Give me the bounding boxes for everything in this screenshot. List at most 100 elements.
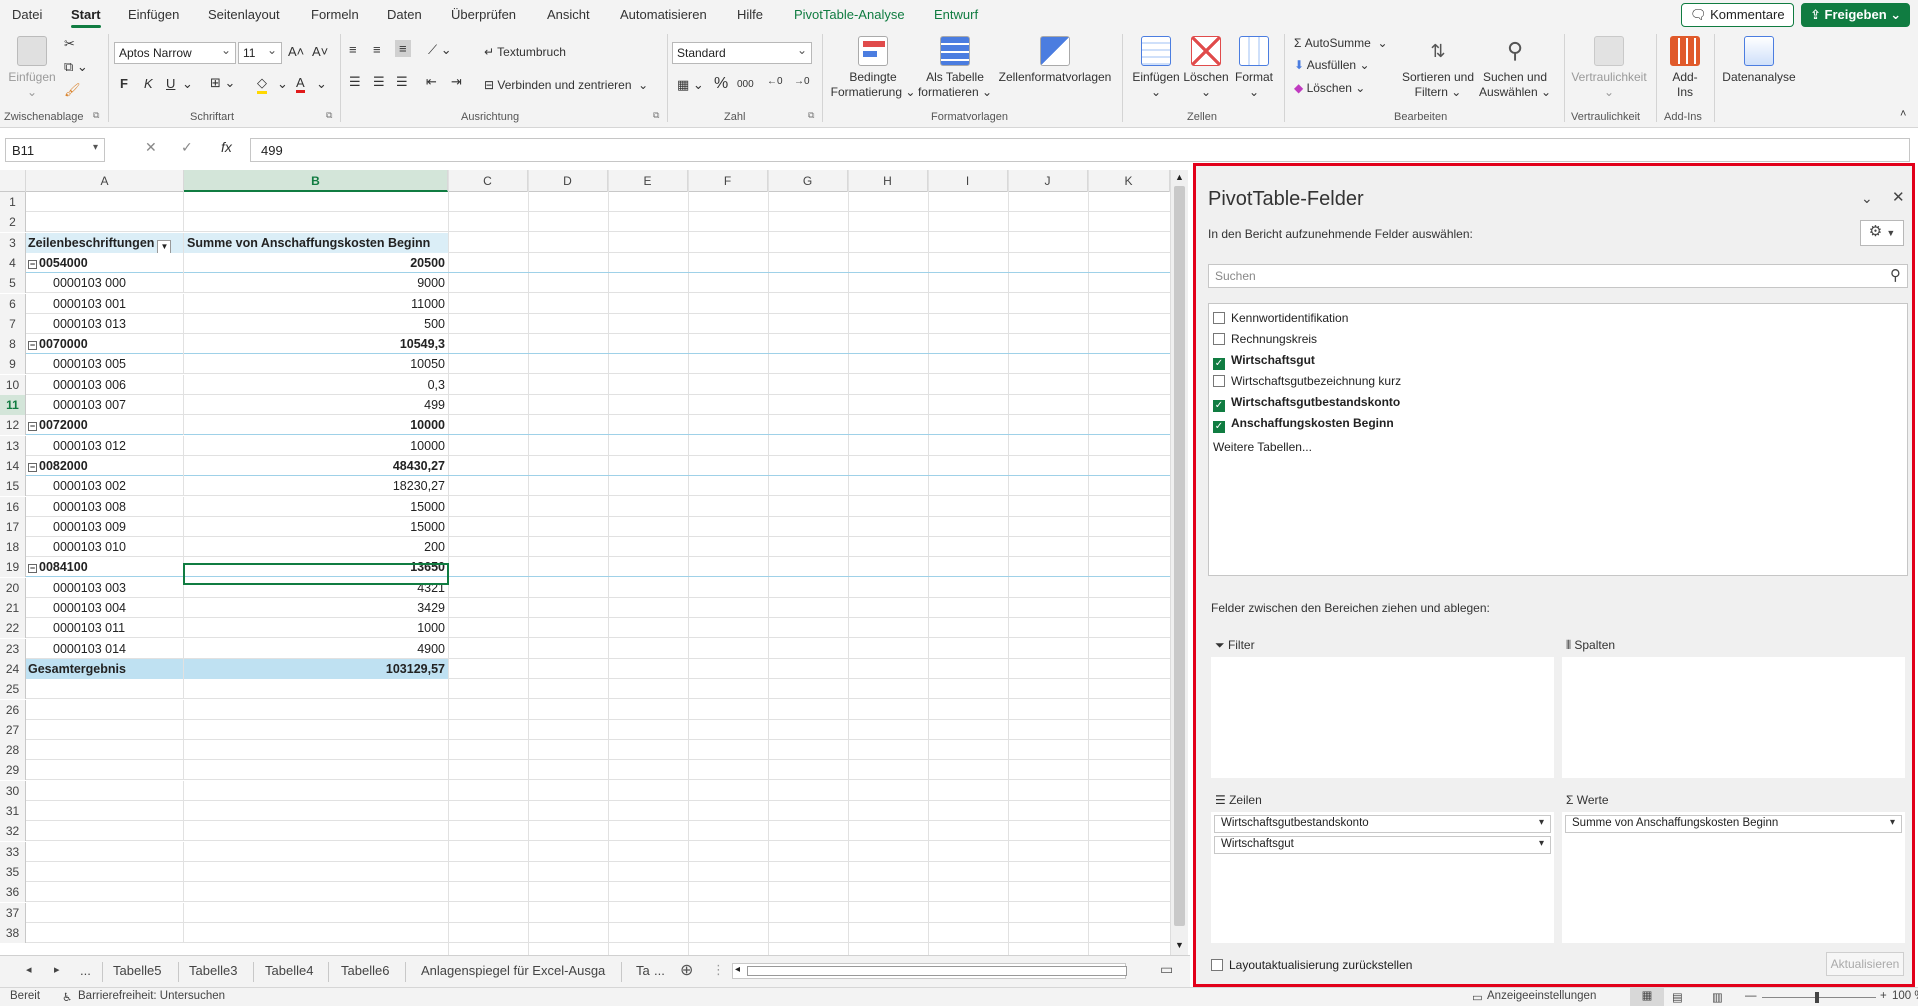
delete-cells-button[interactable]: Löschen ⌄	[1182, 36, 1230, 100]
cell-a[interactable]	[26, 882, 184, 903]
tab-hilfe[interactable]: Hilfe	[737, 7, 763, 22]
cell-a[interactable]	[26, 679, 184, 700]
decrease-decimal-icon[interactable]: →0	[794, 76, 810, 87]
fill-button[interactable]: ⬇ Ausfüllen ⌄	[1294, 58, 1370, 72]
rows-drop-zone[interactable]: Wirtschaftsgutbestandskonto Wirtschaftsg…	[1211, 812, 1554, 943]
row-header[interactable]: 15	[0, 476, 26, 497]
row-header[interactable]: 21	[0, 598, 26, 618]
field-item-wirtschaftsgut[interactable]: ✓ Wirtschaftsgut	[1213, 353, 1315, 370]
cell-b[interactable]	[184, 842, 448, 862]
values-drop-zone[interactable]: Summe von Anschaffungskosten Beginn	[1562, 812, 1905, 943]
cell-a[interactable]: 0000103 012	[26, 435, 184, 456]
cell-b[interactable]: 499	[184, 395, 448, 415]
row-header[interactable]: 18	[0, 537, 26, 558]
tab-automatisieren[interactable]: Automatisieren	[620, 7, 707, 22]
sheet-more-left[interactable]: ...	[80, 963, 91, 978]
row-header[interactable]: 7	[0, 313, 26, 334]
row-header[interactable]: 30	[0, 780, 26, 801]
cell-b[interactable]	[184, 882, 448, 902]
tab-einfuegen[interactable]: Einfügen	[128, 7, 179, 22]
vertical-scroll-thumb[interactable]	[1174, 186, 1185, 926]
cell-a[interactable]: Gesamtergebnis	[26, 658, 184, 679]
cell-b[interactable]	[184, 862, 448, 882]
row-header[interactable]: 38	[0, 922, 26, 943]
insert-function-icon[interactable]: fx	[221, 139, 232, 155]
cell-a[interactable]: −0082000	[26, 455, 184, 476]
underline-dropdown-icon[interactable]: ⌄	[182, 76, 193, 92]
underline-button[interactable]: U	[166, 76, 175, 91]
cell-a[interactable]	[26, 719, 184, 740]
collapse-toggle-icon[interactable]: −	[28, 422, 37, 432]
collapse-toggle-icon[interactable]: −	[28, 341, 37, 351]
cell-b[interactable]: 1000	[184, 618, 448, 638]
cell-b[interactable]: 9000	[184, 273, 448, 293]
cell-b[interactable]: 11000	[184, 294, 448, 314]
column-header-f[interactable]: F	[688, 170, 768, 192]
row-header[interactable]: 23	[0, 638, 26, 659]
sheet-scroll-right-icon[interactable]: ▸	[54, 963, 60, 976]
tab-formeln[interactable]: Formeln	[311, 7, 359, 22]
filter-area[interactable]: ⏷ Filter	[1211, 638, 1554, 778]
cell-a[interactable]: 0000103 005	[26, 354, 184, 375]
cell-b[interactable]	[184, 679, 448, 699]
align-left-icon[interactable]: ☰	[349, 74, 361, 90]
field-checkbox-checked[interactable]: ✓	[1213, 421, 1225, 433]
field-checkbox[interactable]	[1213, 312, 1225, 324]
sort-filter-button[interactable]: ⇅ Sortieren und Filtern ⌄	[1400, 36, 1476, 100]
scroll-down-icon[interactable]: ▼	[1175, 940, 1184, 950]
cell-b[interactable]: 20500	[184, 253, 448, 273]
cell-a[interactable]: 0000103 013	[26, 313, 184, 334]
field-item-wirtschaftsgutbestandskonto[interactable]: ✓ Wirtschaftsgutbestandskonto	[1213, 395, 1400, 412]
cancel-icon[interactable]: ✕	[145, 139, 157, 156]
collapse-toggle-icon[interactable]: −	[28, 462, 37, 472]
font-name-box[interactable]: Aptos Narrow	[114, 42, 236, 64]
row-header[interactable]: 32	[0, 821, 26, 842]
vertical-scrollbar[interactable]: ▲ ▼	[1170, 170, 1188, 955]
row-header[interactable]: 20	[0, 577, 26, 598]
clear-button[interactable]: ◆ Löschen ⌄	[1294, 81, 1365, 95]
cell-b[interactable]: 10549,3	[184, 334, 448, 354]
cell-a[interactable]: 0000103 002	[26, 476, 184, 497]
values-area[interactable]: Σ Werte Summe von Anschaffungskosten Beg…	[1562, 793, 1905, 943]
alignment-launcher-icon[interactable]: ⧉	[653, 110, 659, 121]
cell-b[interactable]	[184, 700, 448, 720]
cell-a[interactable]: 0000103 004	[26, 598, 184, 618]
sensitivity-button[interactable]: Vertraulichkeit ⌄	[1570, 36, 1648, 100]
cell-b[interactable]	[184, 212, 448, 232]
horizontal-scrollbar[interactable]: ◂	[732, 963, 1127, 979]
row-header[interactable]: 8	[0, 334, 26, 355]
zoom-slider[interactable]	[1762, 997, 1876, 998]
page-break-view-icon[interactable]: ▥	[1712, 990, 1723, 1004]
orientation-icon[interactable]: ⟋ ⌄	[428, 42, 452, 58]
fill-color-dropdown-icon[interactable]: ⌄	[277, 76, 288, 92]
row-header[interactable]: 13	[0, 435, 26, 456]
cell-a[interactable]: 0000103 007	[26, 395, 184, 415]
insert-cells-button[interactable]: Einfügen ⌄	[1131, 36, 1181, 100]
rows-area[interactable]: ☰ Zeilen Wirtschaftsgutbestandskonto Wir…	[1211, 793, 1554, 943]
tab-splitter-icon[interactable]: ⋮	[712, 962, 725, 978]
horizontal-scroll-thumb[interactable]	[747, 966, 1127, 976]
cell-b[interactable]: 15000	[184, 497, 448, 517]
column-header-d[interactable]: D	[528, 170, 608, 192]
cell-a[interactable]	[26, 192, 184, 212]
row-header[interactable]: 17	[0, 516, 26, 537]
cell-b[interactable]: 103129,57	[184, 658, 448, 679]
row-header[interactable]: 28	[0, 740, 26, 761]
merge-center-button[interactable]: ⊟ Verbinden und zentrieren ⌄	[484, 78, 648, 92]
cell-a[interactable]	[26, 821, 184, 842]
cell-b[interactable]: 10050	[184, 354, 448, 374]
addins-button[interactable]: Add- Ins	[1664, 36, 1706, 100]
row-header[interactable]: 11	[0, 395, 26, 415]
italic-button[interactable]: K	[144, 76, 153, 91]
number-format-box[interactable]: Standard	[672, 42, 812, 64]
row-header[interactable]: 24	[0, 658, 26, 679]
row-header[interactable]: 4	[0, 252, 26, 273]
confirm-icon[interactable]: ✓	[181, 139, 193, 156]
format-as-table-button[interactable]: Als Tabelle formatieren ⌄	[917, 36, 993, 100]
column-header-g[interactable]: G	[768, 170, 848, 192]
column-header-c[interactable]: C	[448, 170, 528, 192]
update-button[interactable]: Aktualisieren	[1826, 952, 1904, 976]
cell-a[interactable]: 0000103 011	[26, 618, 184, 639]
field-item-rechnungskreis[interactable]: Rechnungskreis	[1213, 332, 1317, 348]
cell-b[interactable]	[184, 760, 448, 780]
